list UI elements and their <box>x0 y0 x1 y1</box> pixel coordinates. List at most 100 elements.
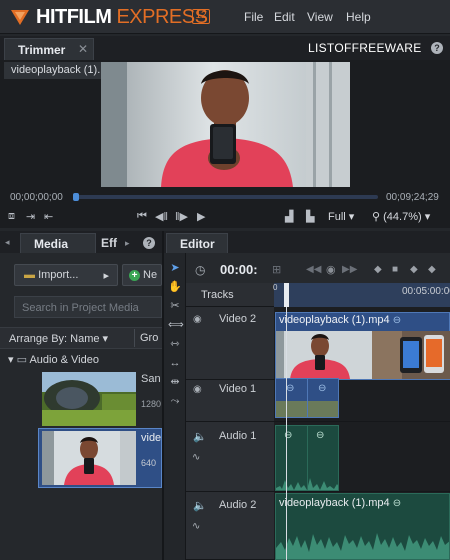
ruler-start: 0 <box>273 283 278 292</box>
hitfilm-window: HITFILM EXPRESS 12 File Edit View Help T… <box>0 0 450 560</box>
keyframe-next-icon[interactable]: ◆ <box>410 264 418 275</box>
clip-cut <box>307 379 308 417</box>
app-brand: HITFILM EXPRESS <box>36 6 208 29</box>
brand-hitfilm: HITFILM <box>36 6 117 28</box>
snapshot-icon[interactable]: ▙ <box>306 210 314 223</box>
track-label-audio-2: Audio 2 <box>219 499 257 511</box>
group-dropdown[interactable]: Gro <box>140 332 158 344</box>
help-icon[interactable]: ? <box>143 237 155 249</box>
razor-tool-icon[interactable]: ✂ <box>168 299 182 313</box>
ruler-mark: 00:05:00:00 <box>402 286 450 297</box>
arrange-by-dropdown[interactable]: Arrange By: Name ▾ <box>9 332 108 345</box>
track-label-video-1: Video 1 <box>219 383 257 395</box>
video-preview[interactable] <box>101 62 350 187</box>
folder-icon: ▬ <box>24 269 35 281</box>
slip-tool-icon[interactable]: ⟺ <box>168 318 184 332</box>
tab-trimmer-label: Trimmer <box>18 43 66 57</box>
menu-help[interactable]: Help <box>346 10 371 24</box>
waveform-icon[interactable]: ∿ <box>192 521 200 532</box>
hitfilm-logo-icon <box>11 10 29 25</box>
tab-media[interactable]: Media <box>20 233 96 253</box>
media-thumbnail-2[interactable] <box>42 431 136 485</box>
slide-tool-icon[interactable]: ⇿ <box>168 337 182 351</box>
link-icon: ⊖ <box>318 383 327 394</box>
menu-file[interactable]: File <box>244 10 263 24</box>
tracks-label: Tracks <box>201 289 234 301</box>
zoom-value: (44.7%) <box>383 211 422 223</box>
media-item-1-meta: 1280 <box>141 399 162 409</box>
clip-v2-name-text: videoplayback (1).mp4 <box>279 314 390 326</box>
insert-icon[interactable]: ⇥ <box>26 210 35 223</box>
link-icon: ⊖ <box>392 315 402 326</box>
import-button[interactable]: ▬ Import... ▸ <box>14 264 118 286</box>
link-icon: ⊖ <box>316 430 325 441</box>
folder-audio-video[interactable]: ▾ ▭ Audio & Video <box>8 353 99 366</box>
new-button[interactable]: + Ne <box>122 264 162 286</box>
help-icon[interactable]: ? <box>431 42 443 54</box>
quality-dropdown[interactable]: Full ▾ <box>328 210 354 223</box>
timeline-clip-audio-1[interactable]: ⊖ ⊖ <box>275 425 339 491</box>
folder-icon: ▭ <box>16 354 27 366</box>
watermark-text: LISTOFFREEWARE <box>308 41 422 55</box>
overlay-icon[interactable]: ⇤ <box>44 210 53 223</box>
roll-tool-icon[interactable]: ⇹ <box>168 375 182 389</box>
clip-thumbnails <box>276 331 450 379</box>
tab-effects[interactable]: Eff <box>101 236 117 250</box>
link-icon: ⊖ <box>392 498 402 509</box>
rate-stretch-tool-icon[interactable]: ⤳ <box>168 394 182 408</box>
record-icon[interactable]: ◉ <box>326 263 336 276</box>
media-thumbnail-1[interactable] <box>42 372 136 426</box>
divider <box>134 329 135 347</box>
trimmer-progress-track[interactable] <box>74 195 378 199</box>
zoom-dropdown[interactable]: ⚲ (44.7%) ▾ <box>372 210 430 223</box>
ripple-tool-icon[interactable]: ↔ <box>168 356 182 370</box>
editor-timecode[interactable]: 00:00: <box>220 262 258 277</box>
eye-icon[interactable]: ◉ <box>193 384 202 395</box>
prev-frame-icon[interactable]: ◀◀ <box>306 264 321 275</box>
menu-edit[interactable]: Edit <box>274 10 295 24</box>
trimmer-timecode-end: 00;09;24;29 <box>386 192 439 203</box>
tab-editor-label: Editor <box>180 237 215 251</box>
timeline-clip-video-1[interactable]: ⊖ ⊖ <box>275 378 339 418</box>
waveform-icon[interactable]: ∿ <box>192 452 200 463</box>
keyframe-icon[interactable]: ◆ <box>428 264 436 275</box>
menu-view[interactable]: View <box>307 10 333 24</box>
next-frame-icon[interactable]: ▶▶ <box>342 264 357 275</box>
speaker-icon[interactable]: 🔈 <box>193 430 207 443</box>
timeline-playhead-handle[interactable] <box>284 283 289 307</box>
timeline-playhead-line[interactable] <box>286 307 287 560</box>
new-label: Ne <box>143 269 158 281</box>
step-forward-icon[interactable]: ‖▶ <box>175 210 188 223</box>
chevron-down-icon: ▾ <box>8 354 14 366</box>
track-label-video-2: Video 2 <box>219 313 257 325</box>
clock-icon: ◷ <box>195 263 206 277</box>
set-in-icon[interactable]: ⧈ <box>8 210 15 223</box>
tab-scroll-icon[interactable]: ▸ <box>125 238 130 249</box>
media-item-1-name: San <box>141 373 161 385</box>
speaker-icon[interactable]: 🔈 <box>193 499 207 512</box>
panel-menu-icon[interactable]: ◂ <box>5 237 10 248</box>
plus-icon: + <box>129 270 140 281</box>
stop-icon[interactable]: ■ <box>392 264 398 275</box>
scopes-icon[interactable]: ▟ <box>285 210 293 223</box>
hand-tool-icon[interactable]: ✋ <box>168 280 182 294</box>
search-input[interactable]: Search in Project Media <box>14 296 162 318</box>
step-back-icon[interactable]: ◀‖ <box>155 210 168 223</box>
trimmer-playhead[interactable] <box>73 193 79 201</box>
tab-editor[interactable]: Editor <box>166 233 228 253</box>
track-label-audio-1: Audio 1 <box>219 430 257 442</box>
skip-start-icon[interactable]: ⏮ <box>137 210 147 223</box>
play-icon[interactable]: ▶ <box>197 210 205 223</box>
media-item-2-name: vide <box>141 432 162 444</box>
keyframe-prev-icon[interactable]: ◆ <box>374 264 382 275</box>
add-marker-icon[interactable]: ⊞ <box>272 263 281 276</box>
trimmer-timecode-start: 00;00;00;00 <box>10 192 63 203</box>
eye-icon[interactable]: ◉ <box>193 314 202 325</box>
quality-value: Full <box>328 211 346 223</box>
close-icon[interactable]: ✕ <box>78 42 88 56</box>
import-label: Import... <box>38 269 79 281</box>
clip-name: videoplayback (1).mp4 ⊖ <box>279 314 401 326</box>
link-icon: ⊖ <box>286 383 295 394</box>
tab-media-label: Media <box>34 237 69 251</box>
select-tool-icon[interactable]: ➤ <box>168 261 182 275</box>
